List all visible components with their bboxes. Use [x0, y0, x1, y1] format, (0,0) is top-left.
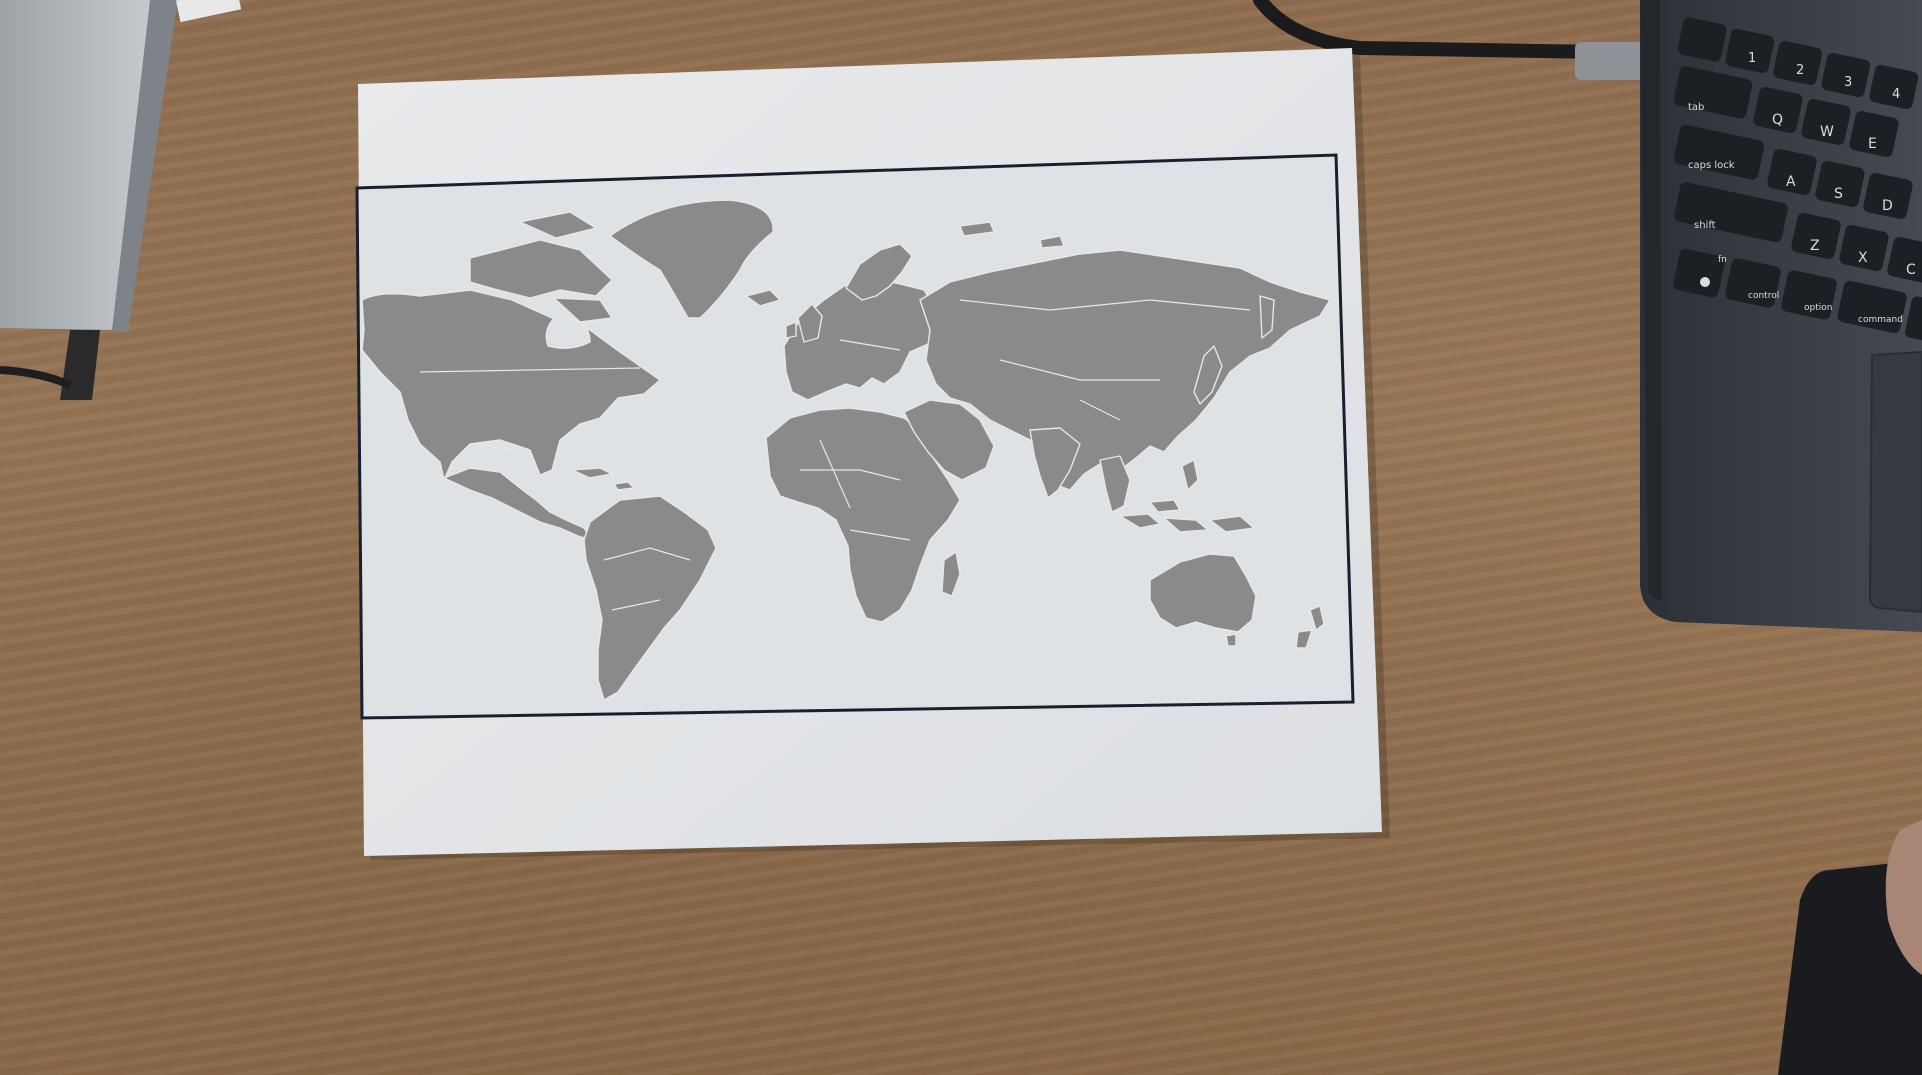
key-d[interactable]: D	[1882, 198, 1893, 214]
usb-cable	[1253, 0, 1607, 59]
key-e[interactable]: E	[1868, 136, 1877, 152]
laptop: 1 2 3 4 tab Q W E caps lock A S D shift	[1640, 0, 1922, 632]
key-1[interactable]: 1	[1748, 51, 1756, 66]
trackpad[interactable]	[1868, 350, 1922, 614]
key-w[interactable]: W	[1820, 124, 1834, 140]
key-z[interactable]: Z	[1810, 238, 1820, 254]
globe-icon	[1700, 277, 1710, 287]
photo-scene: 1 2 3 4 tab Q W E caps lock A S D shift	[0, 0, 1922, 1075]
key-shift[interactable]: shift	[1694, 220, 1716, 231]
usb-connector	[1575, 42, 1645, 80]
key-q[interactable]: Q	[1772, 112, 1783, 128]
key-x[interactable]: X	[1858, 250, 1868, 266]
key-s[interactable]: S	[1834, 186, 1843, 202]
key-3[interactable]: 3	[1844, 75, 1852, 90]
key-caps-lock[interactable]: caps lock	[1688, 160, 1735, 171]
key-a[interactable]: A	[1786, 174, 1796, 190]
key-option[interactable]: option	[1804, 303, 1832, 313]
key-4[interactable]: 4	[1892, 87, 1900, 102]
key-tab[interactable]: tab	[1688, 102, 1704, 113]
key-c[interactable]: C	[1906, 262, 1916, 278]
silver-device	[0, 0, 242, 400]
key-2[interactable]: 2	[1796, 63, 1804, 78]
key-fn[interactable]: fn	[1718, 255, 1727, 265]
key-command[interactable]: command	[1858, 315, 1903, 325]
key-control[interactable]: control	[1748, 291, 1779, 301]
